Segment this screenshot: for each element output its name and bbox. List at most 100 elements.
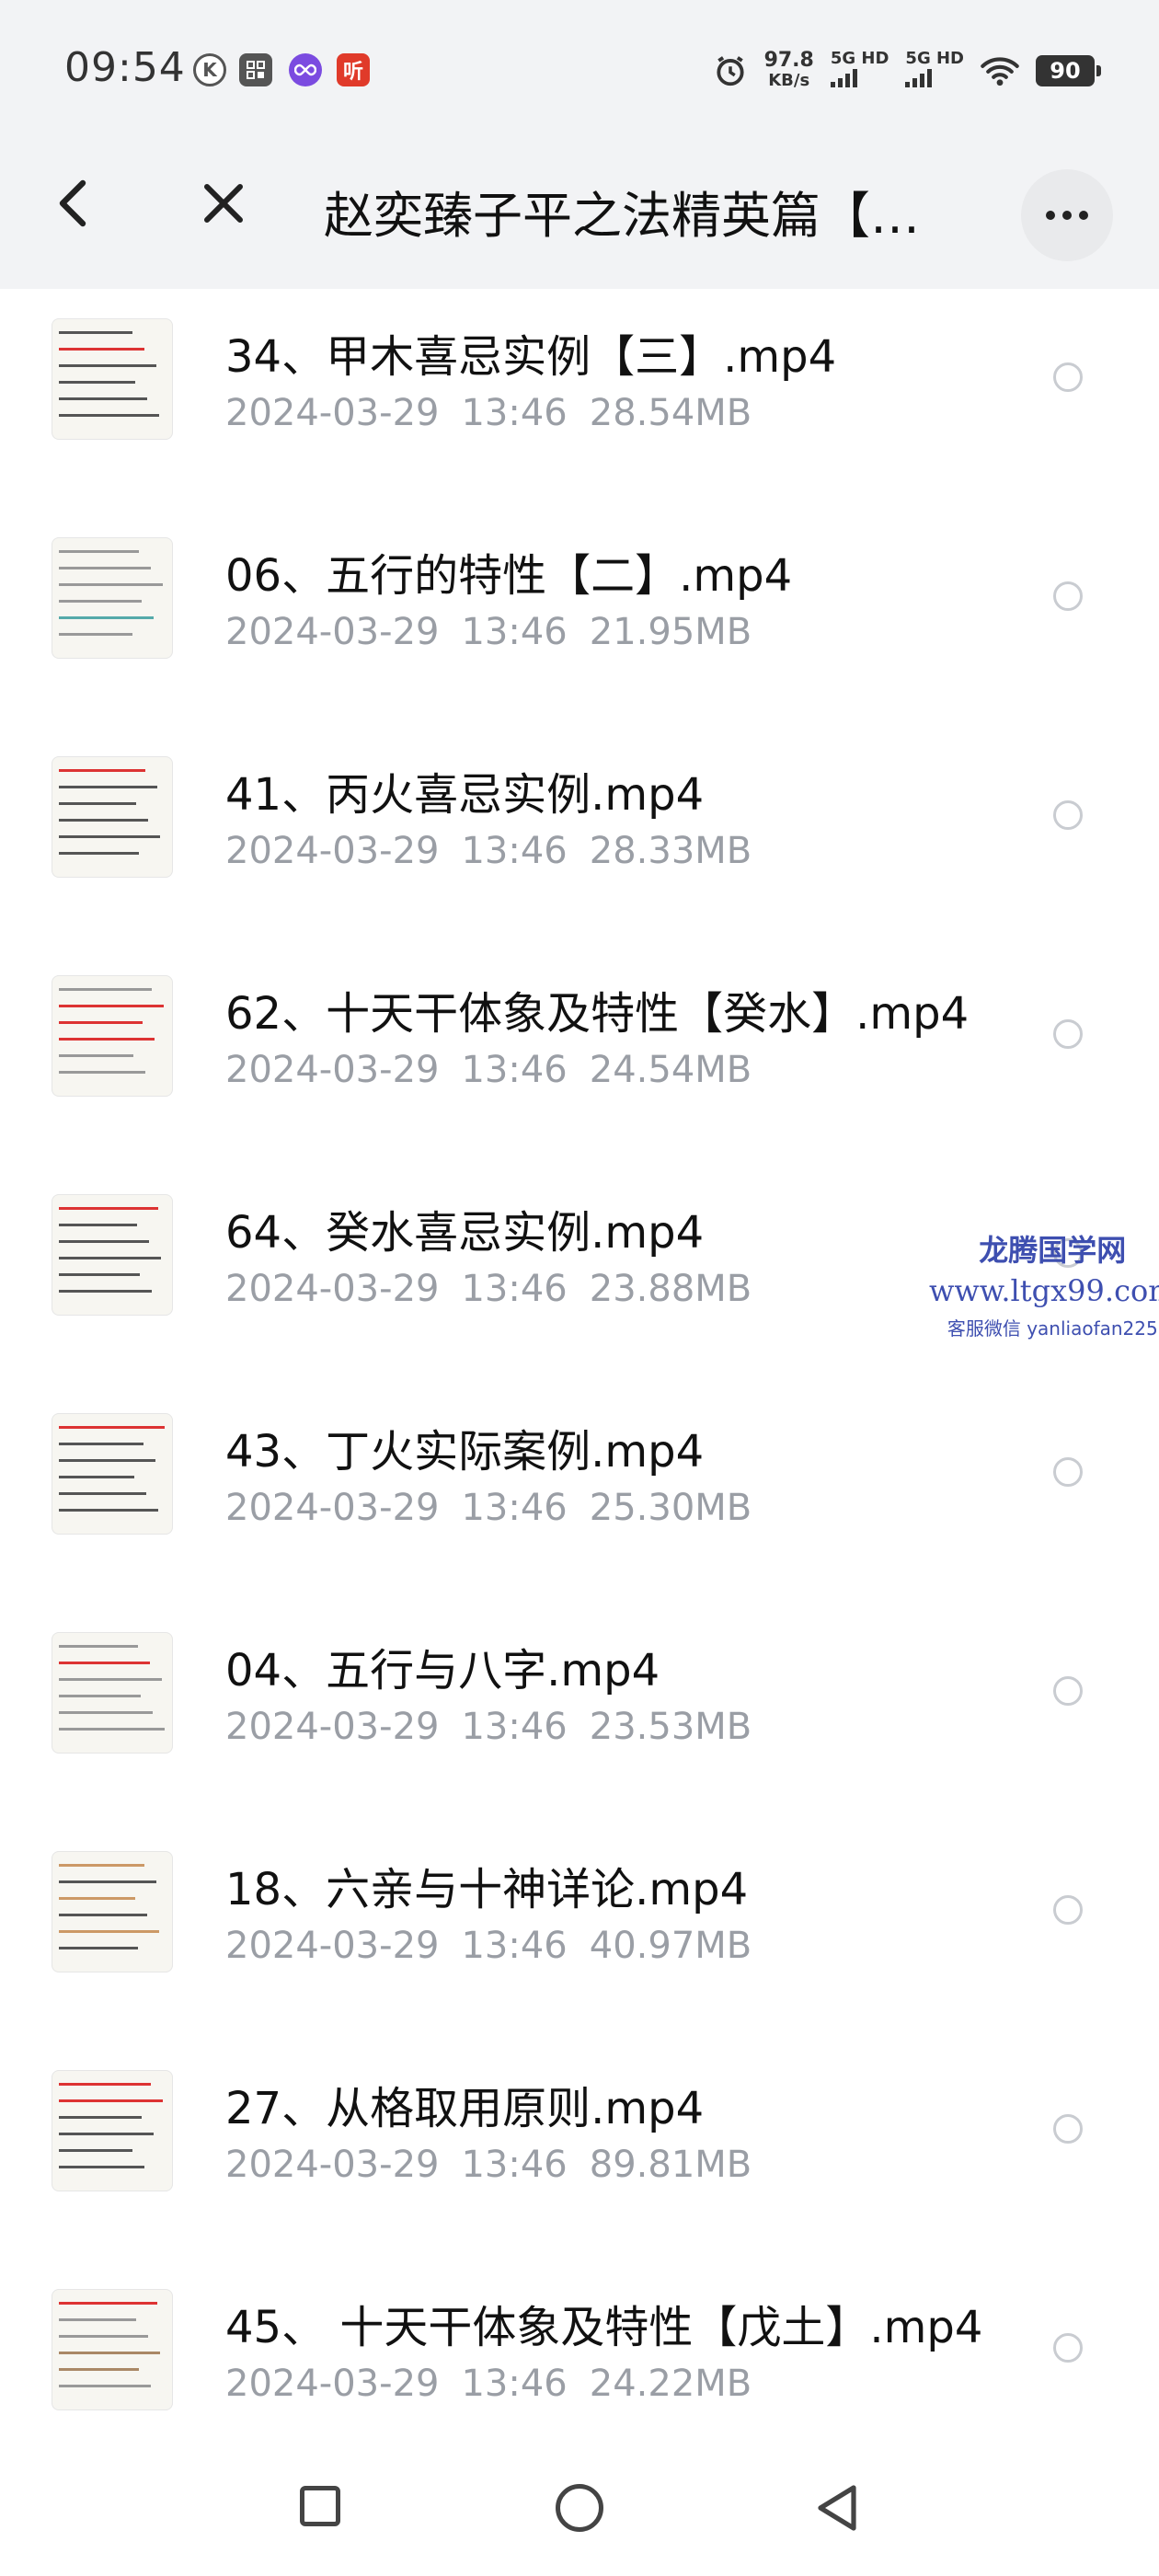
- signal-2: 5G HD: [905, 51, 964, 91]
- more-options-button[interactable]: [1021, 169, 1113, 261]
- triangle-back-icon: [818, 2485, 856, 2531]
- thumbnail-line: [59, 1914, 147, 1916]
- thumbnail-line: [59, 1005, 164, 1007]
- select-radio[interactable]: [1053, 1895, 1083, 1925]
- file-row[interactable]: 18、六亲与十神详论.mp4 2024-03-29 13:46 40.97MB: [0, 1822, 1159, 2041]
- file-date: 2024-03-29: [225, 1487, 440, 1529]
- back-nav-button[interactable]: [813, 2482, 861, 2537]
- thumbnail-line: [59, 1509, 158, 1512]
- thumbnail-line: [59, 616, 154, 619]
- recent-apps-button[interactable]: [300, 2486, 340, 2526]
- file-date: 2024-03-29: [225, 1268, 440, 1310]
- thumbnail-line: [59, 1492, 146, 1495]
- thumbnail-line: [59, 1224, 137, 1226]
- select-radio[interactable]: [1053, 1457, 1083, 1487]
- select-radio[interactable]: [1053, 1019, 1083, 1049]
- select-radio[interactable]: [1053, 2114, 1083, 2144]
- file-size: 23.53MB: [589, 1706, 752, 1748]
- thumbnail-line: [59, 2083, 151, 2086]
- file-time: 13:46: [461, 1925, 568, 1967]
- file-name: 27、从格取用原则.mp4: [225, 2083, 705, 2134]
- thumbnail-line: [59, 2116, 142, 2119]
- signal-bars-icon: [830, 67, 857, 87]
- thumbnail-line: [59, 633, 132, 636]
- thumbnail-line: [59, 819, 148, 822]
- video-thumbnail: [52, 756, 173, 878]
- thumbnail-line: [59, 1711, 153, 1714]
- file-name: 43、丁火实际案例.mp4: [225, 1426, 705, 1478]
- video-thumbnail: [52, 1632, 173, 1754]
- thumbnail-line: [59, 1678, 162, 1681]
- file-time: 13:46: [461, 1049, 568, 1091]
- select-radio[interactable]: [1053, 800, 1083, 830]
- thumbnail-line: [59, 1207, 158, 1210]
- thumbnail-line: [59, 1257, 161, 1259]
- file-name: 34、甲木喜忌实例【三】.mp4: [225, 331, 837, 383]
- thumbnail-line: [59, 802, 136, 805]
- ting-app-icon: 听: [337, 53, 370, 86]
- file-name: 18、六亲与十神详论.mp4: [225, 1864, 749, 1915]
- thumbnail-line: [59, 1864, 144, 1867]
- thumbnail-line: [59, 1054, 133, 1057]
- thumbnail-line: [59, 1459, 155, 1462]
- select-radio[interactable]: [1053, 1676, 1083, 1706]
- file-time: 13:46: [461, 1268, 568, 1310]
- video-thumbnail: [52, 1194, 173, 1316]
- battery-icon: 90: [1036, 55, 1101, 86]
- file-row[interactable]: 45、 十天干体象及特性【戊土】.mp4 2024-03-29 13:46 24.22…: [0, 2260, 1159, 2478]
- file-row[interactable]: 41、丙火喜忌实例.mp4 2024-03-29 13:46 28.33MB: [0, 727, 1159, 946]
- thumbnail-line: [59, 1662, 150, 1664]
- thumbnail-line: [59, 1038, 155, 1041]
- app-header: 赵奕臻子平之法精英篇【…: [0, 116, 1159, 289]
- thumbnail-line: [59, 583, 163, 586]
- file-date: 2024-03-29: [225, 830, 440, 872]
- file-time: 13:46: [461, 2144, 568, 2186]
- file-row[interactable]: 27、从格取用原则.mp4 2024-03-29 13:46 89.81MB: [0, 2041, 1159, 2260]
- thumbnail-line: [59, 2149, 132, 2152]
- file-meta: 2024-03-29 13:46 28.54MB: [225, 392, 774, 434]
- thumbnail-line: [59, 1290, 152, 1293]
- file-row[interactable]: 34、甲木喜忌实例【三】.mp4 2024-03-29 13:46 28.54MB: [0, 289, 1159, 508]
- back-button[interactable]: [41, 171, 106, 236]
- file-date: 2024-03-29: [225, 2144, 440, 2186]
- select-radio[interactable]: [1053, 581, 1083, 611]
- status-bar: 09:54 K 听 97.8 KB/s 5G HD 5G HD 90: [0, 0, 1159, 116]
- thumbnail-line: [59, 2385, 151, 2387]
- thumbnail-line: [59, 364, 156, 367]
- watermark-site-name: 龙腾国学网: [979, 1233, 1127, 1268]
- net-speed: 97.8 KB/s: [764, 51, 814, 91]
- thumbnail-line: [59, 786, 157, 788]
- file-list: 34、甲木喜忌实例【三】.mp4 2024-03-29 13:46 28.54MB 06…: [0, 289, 1159, 2478]
- file-size: 28.33MB: [589, 830, 752, 872]
- file-row[interactable]: 62、十天干体象及特性【癸水】.mp4 2024-03-29 13:46 24.54M…: [0, 946, 1159, 1165]
- video-thumbnail: [52, 1851, 173, 1972]
- system-nav-bar: [0, 2447, 1159, 2576]
- thumbnail-line: [59, 2318, 136, 2321]
- thumbnail-line: [59, 2099, 163, 2102]
- signal-1: 5G HD: [830, 49, 889, 91]
- video-thumbnail: [52, 318, 173, 440]
- file-meta: 2024-03-29 13:46 25.30MB: [225, 1487, 774, 1529]
- home-button[interactable]: [556, 2484, 603, 2532]
- file-meta: 2024-03-29 13:46 23.53MB: [225, 1706, 774, 1748]
- file-row[interactable]: 43、丁火实际案例.mp4 2024-03-29 13:46 25.30MB: [0, 1384, 1159, 1603]
- select-radio[interactable]: [1053, 2333, 1083, 2363]
- file-size: 24.22MB: [589, 2363, 752, 2405]
- dot-icon: [1046, 211, 1055, 220]
- select-radio[interactable]: [1053, 362, 1083, 392]
- file-date: 2024-03-29: [225, 611, 440, 653]
- file-row[interactable]: 06、五行的特性【二】.mp4 2024-03-29 13:46 21.95MB: [0, 508, 1159, 727]
- file-row[interactable]: 04、五行与八字.mp4 2024-03-29 13:46 23.53MB: [0, 1603, 1159, 1822]
- file-name: 64、癸水喜忌实例.mp4: [225, 1207, 705, 1259]
- video-thumbnail: [52, 2289, 173, 2410]
- file-time: 13:46: [461, 1487, 568, 1529]
- close-button[interactable]: [191, 171, 256, 236]
- dot-icon: [1079, 211, 1088, 220]
- scan-icon: [239, 53, 272, 86]
- file-name: 41、丙火喜忌实例.mp4: [225, 769, 705, 821]
- file-meta: 2024-03-29 13:46 89.81MB: [225, 2144, 774, 2186]
- thumbnail-line: [59, 567, 151, 569]
- signal-1-label: 5G HD: [830, 49, 889, 68]
- video-thumbnail: [52, 1413, 173, 1535]
- thumbnail-line: [59, 381, 135, 384]
